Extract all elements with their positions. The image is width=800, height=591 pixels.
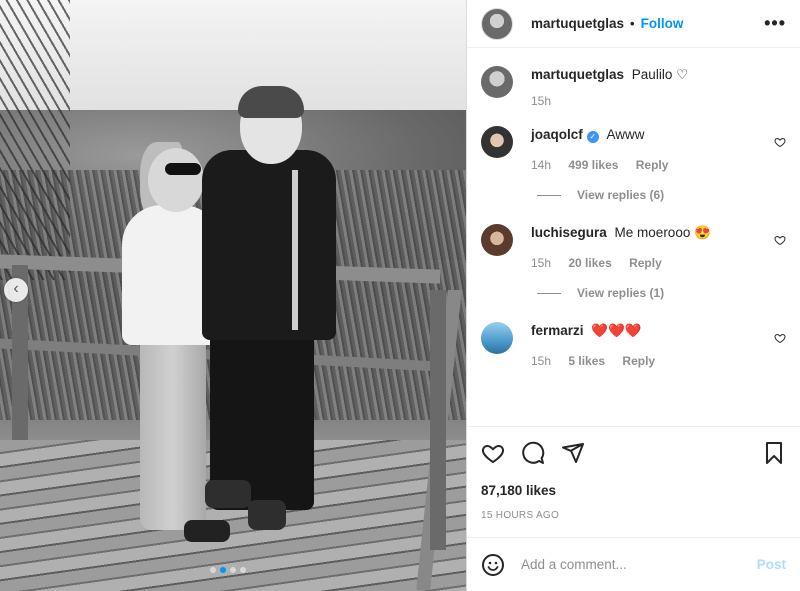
more-horizontal-icon[interactable]: ••• xyxy=(764,13,786,34)
comment-item: fermarzi ❤️❤️❤️ 15h 5 likes Reply xyxy=(467,322,800,368)
comment-time[interactable]: 15h xyxy=(531,354,551,368)
carousel-prev-button[interactable]: ‹ xyxy=(4,278,28,302)
woman-figure xyxy=(165,163,201,175)
author-avatar[interactable] xyxy=(481,66,513,98)
carousel-dot xyxy=(210,567,216,573)
add-comment-bar: Post xyxy=(467,537,800,591)
caption-time: 15h xyxy=(531,94,552,108)
carousel-dot xyxy=(240,567,246,573)
comment-likes[interactable]: 5 likes xyxy=(568,354,605,368)
heart-icon[interactable] xyxy=(774,234,786,246)
man-figure xyxy=(205,480,251,508)
commenter-avatar[interactable] xyxy=(481,126,513,158)
comment-likes[interactable]: 20 likes xyxy=(568,256,611,270)
commenter-avatar[interactable] xyxy=(481,322,513,354)
comments-list[interactable]: martuquetglas Paulilo ♡ 15h joaqolcf ✓ Aw… xyxy=(467,48,800,426)
caption-text: Paulilo ♡ xyxy=(631,67,689,82)
comment-time[interactable]: 14h xyxy=(531,158,551,172)
comment-text: ❤️❤️❤️ xyxy=(591,323,642,338)
emoji-icon[interactable] xyxy=(481,553,505,577)
reply-button[interactable]: Reply xyxy=(622,354,655,368)
photo-post xyxy=(430,290,446,550)
bookmark-icon[interactable] xyxy=(762,441,786,465)
replies-divider xyxy=(537,292,561,294)
woman-figure xyxy=(148,148,204,212)
post-side-panel: martuquetglas • Follow ••• martuquetglas… xyxy=(467,0,800,591)
woman-figure xyxy=(184,520,230,542)
comment-icon[interactable] xyxy=(521,441,545,465)
follow-button[interactable]: Follow xyxy=(641,16,684,31)
author-username[interactable]: martuquetglas xyxy=(531,16,624,31)
chevron-left-icon: ‹ xyxy=(13,280,19,297)
comment-username[interactable]: joaqolcf xyxy=(531,127,583,142)
heart-icon[interactable] xyxy=(774,332,786,344)
header-separator: • xyxy=(630,16,635,31)
view-replies-button[interactable]: View replies (6) xyxy=(537,188,800,202)
post-header: martuquetglas • Follow ••• xyxy=(467,0,800,48)
comment-text: Me moerooo 😍 xyxy=(614,225,711,240)
like-icon[interactable] xyxy=(481,441,505,465)
comment-item: joaqolcf ✓ Awww 14h 499 likes Reply xyxy=(467,126,800,172)
post-photo[interactable]: ‹ xyxy=(0,0,467,591)
man-figure xyxy=(202,150,336,340)
caption-username[interactable]: martuquetglas xyxy=(531,67,624,82)
photo-tree xyxy=(0,0,70,280)
carousel-dot xyxy=(230,567,236,573)
reply-button[interactable]: Reply xyxy=(629,256,662,270)
action-icons xyxy=(481,437,786,469)
reply-button[interactable]: Reply xyxy=(636,158,669,172)
man-figure xyxy=(292,170,298,330)
caption: martuquetglas Paulilo ♡ 15h xyxy=(467,66,800,108)
view-replies-label[interactable]: View replies (1) xyxy=(577,286,664,300)
post-comment-button[interactable]: Post xyxy=(757,557,786,572)
replies-divider xyxy=(537,194,561,196)
view-replies-label[interactable]: View replies (6) xyxy=(577,188,664,202)
man-figure xyxy=(238,86,304,118)
share-icon[interactable] xyxy=(561,441,585,465)
comment-username[interactable]: fermarzi xyxy=(531,323,584,338)
comment-text: Awww xyxy=(606,127,645,142)
commenter-avatar[interactable] xyxy=(481,224,513,256)
woman-figure xyxy=(140,320,206,530)
post-timestamp[interactable]: 15 HOURS AGO xyxy=(481,510,786,521)
view-replies-button[interactable]: View replies (1) xyxy=(537,286,800,300)
man-figure xyxy=(248,500,286,530)
like-count[interactable]: 87,180 likes xyxy=(481,483,786,498)
comment-username[interactable]: luchisegura xyxy=(531,225,607,240)
heart-icon[interactable] xyxy=(774,136,786,148)
comment-likes[interactable]: 499 likes xyxy=(568,158,618,172)
verified-badge-icon: ✓ xyxy=(586,131,599,143)
author-avatar[interactable] xyxy=(481,7,513,40)
carousel-dot xyxy=(220,567,226,573)
comment-item: luchisegura Me moerooo 😍 15h 20 likes Re… xyxy=(467,224,800,270)
comment-input[interactable] xyxy=(521,557,757,572)
comment-time[interactable]: 15h xyxy=(531,256,551,270)
carousel-dots xyxy=(210,567,246,573)
